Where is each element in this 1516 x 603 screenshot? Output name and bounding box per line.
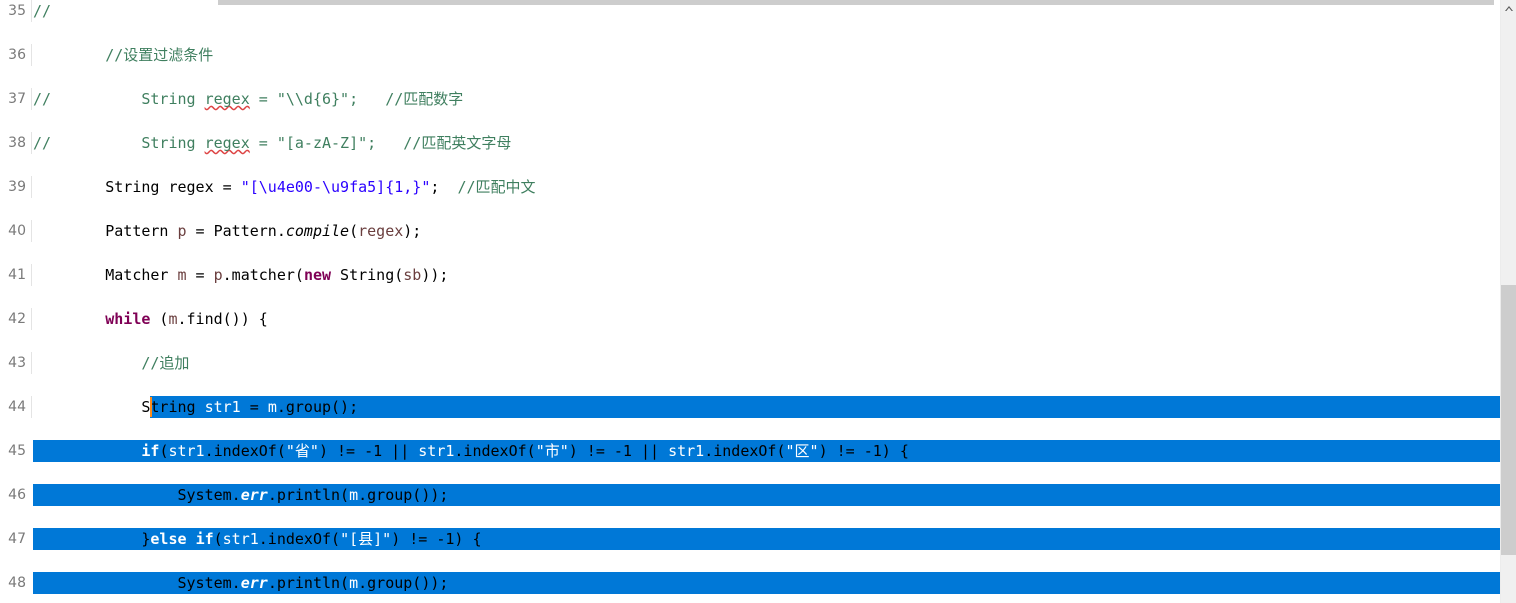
horizontal-scrollbar-thumb[interactable]	[218, 0, 1494, 5]
line-number: 47	[8, 531, 26, 547]
code-line[interactable]: 37 // String regex = "\\d{6}"; //匹配数字	[0, 88, 1500, 110]
line-content: System.err.println(m.group());	[33, 574, 449, 592]
gutter-separator	[31, 308, 32, 330]
code-line-selected[interactable]: 47 }else if(str1.indexOf("[县]") != -1) {	[0, 528, 1500, 550]
code-line[interactable]: 43 //追加	[0, 352, 1500, 374]
line-number: 39	[8, 179, 26, 195]
code-line-selected[interactable]: 45 if(str1.indexOf("省") != -1 || str1.in…	[0, 440, 1500, 462]
code-line[interactable]: 41 Matcher m = p.matcher(new String(sb))…	[0, 264, 1500, 286]
line-number: 40	[8, 223, 26, 239]
line-content: //追加	[141, 354, 190, 372]
line-content: String str1 = m.group();	[141, 398, 359, 416]
line-number: 43	[8, 355, 26, 371]
code-line-selected[interactable]: 44 String str1 = m.group();	[0, 396, 1500, 418]
line-number: 44	[8, 399, 26, 415]
gutter-separator	[31, 220, 32, 242]
code-line[interactable]: 40 Pattern p = Pattern.compile(regex);	[0, 220, 1500, 242]
line-content: //	[33, 2, 52, 20]
line-number: 45	[8, 443, 26, 459]
gutter-separator	[31, 396, 32, 418]
line-content: if(str1.indexOf("省") != -1 || str1.index…	[141, 442, 909, 460]
line-content: }else if(str1.indexOf("[县]") != -1) {	[33, 530, 482, 548]
vertical-scrollbar[interactable]	[1500, 0, 1516, 603]
code-line[interactable]: 39 String regex = "[\u4e00-\u9fa5]{1,}";…	[0, 176, 1500, 198]
chevron-up-icon[interactable]	[1501, 0, 1516, 17]
line-content: System.err.println(m.group());	[33, 486, 449, 504]
code-viewport[interactable]: 35 // 36 //设置过滤条件 37 // String regex = "…	[0, 0, 1500, 603]
line-number: 41	[8, 267, 26, 283]
line-content: Pattern p = Pattern.compile(regex);	[33, 222, 422, 240]
gutter-separator	[31, 132, 32, 154]
gutter-separator	[31, 0, 32, 22]
gutter-separator	[31, 44, 32, 66]
line-number: 36	[8, 47, 26, 63]
line-number: 37	[8, 91, 26, 107]
line-content: String regex = "[\u4e00-\u9fa5]{1,}"; //…	[33, 178, 536, 196]
line-content: // String regex = "[a-zA-Z]"; //匹配英文字母	[33, 134, 512, 152]
line-content: while (m.find()) {	[105, 310, 268, 328]
code-line-selected[interactable]: 46 System.err.println(m.group());	[0, 484, 1500, 506]
line-content: //设置过滤条件	[33, 46, 214, 64]
gutter-separator	[31, 264, 32, 286]
line-content: // String regex = "\\d{6}"; //匹配数字	[33, 90, 464, 108]
code-line[interactable]: 42 while (m.find()) {	[0, 308, 1500, 330]
gutter-separator	[31, 88, 32, 110]
line-number: 46	[8, 487, 26, 503]
text-cursor	[150, 397, 152, 417]
code-line[interactable]: 38 // String regex = "[a-zA-Z]"; //匹配英文字…	[0, 132, 1500, 154]
line-number: 48	[8, 575, 26, 591]
code-line-selected[interactable]: 48 System.err.println(m.group());	[0, 572, 1500, 594]
vertical-scrollbar-thumb[interactable]	[1501, 285, 1516, 555]
code-line[interactable]: 36 //设置过滤条件	[0, 44, 1500, 66]
line-number: 35	[8, 3, 26, 19]
gutter-separator	[31, 176, 32, 198]
line-number: 38	[8, 135, 26, 151]
gutter-separator	[31, 352, 32, 374]
code-editor[interactable]: 35 // 36 //设置过滤条件 37 // String regex = "…	[0, 0, 1516, 603]
line-number: 42	[8, 311, 26, 327]
line-content: Matcher m = p.matcher(new String(sb));	[33, 266, 449, 284]
